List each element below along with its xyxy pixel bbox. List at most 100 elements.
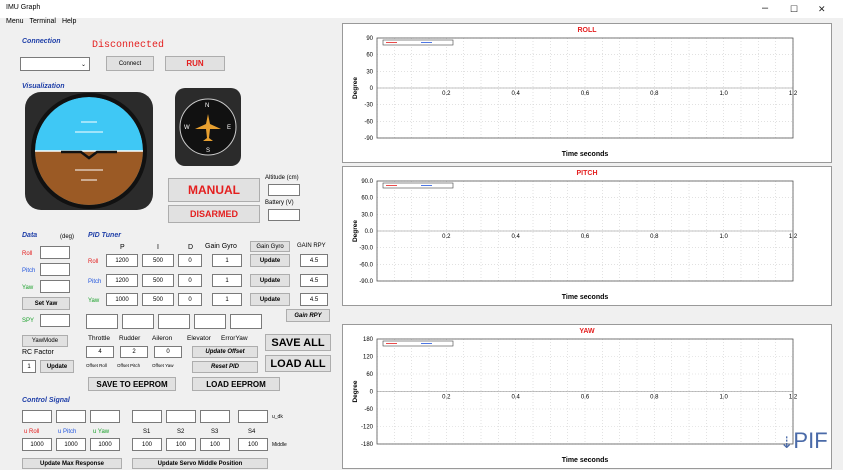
visualization-heading: Visualization — [22, 83, 65, 90]
save-eeprom-button[interactable]: SAVE TO EEPROM — [88, 377, 176, 391]
y-axis-label: Degree — [352, 380, 359, 402]
mode-indicator: MANUAL — [168, 178, 260, 202]
menu-item-terminal[interactable]: Terminal — [30, 18, 56, 25]
pitch-i-input[interactable]: 500 — [142, 274, 174, 287]
s4-input[interactable]: 100 — [238, 438, 268, 451]
update-servo-middle-button[interactable]: Update Servo Middle Position — [132, 458, 268, 469]
y-tick-label: 60 — [366, 372, 373, 378]
y-tick-label: 0 — [370, 86, 374, 92]
x-tick-label: 0.6 — [581, 234, 590, 240]
connect-button[interactable]: Connect — [106, 56, 154, 71]
label-elevator: Elevator — [187, 335, 211, 342]
watermark-logo: ⇣PIF — [780, 428, 828, 453]
rc-update-button[interactable]: Update — [40, 360, 74, 373]
pid-heading: PID Tuner — [88, 232, 121, 239]
offset-roll-label: Offset Roll — [86, 363, 107, 368]
update-offset-button[interactable]: Update Offset — [192, 346, 258, 358]
u-roll-input[interactable]: 1000 — [22, 438, 52, 451]
s2-input[interactable]: 100 — [166, 438, 196, 451]
offset-erroryaw-input[interactable] — [230, 314, 262, 329]
pid-row-roll-label: Roll — [88, 259, 99, 265]
reset-pid-button[interactable]: Reset PID — [192, 361, 258, 373]
u-pitch-label: u Pitch — [58, 429, 77, 435]
s4-label: S4 — [248, 429, 256, 435]
update-max-response-button[interactable]: Update Max Response — [22, 458, 122, 469]
offset-aileron-input[interactable] — [158, 314, 190, 329]
y-tick-label: 90 — [366, 36, 373, 42]
s4-field — [238, 410, 268, 423]
minimize-icon[interactable]: – — [762, 2, 768, 14]
gain-gyro-button[interactable]: Gain Gyro — [250, 241, 290, 252]
roll-value — [40, 246, 70, 259]
label-throttle: Throttle — [88, 335, 111, 342]
x-tick-label: 0.6 — [581, 395, 590, 401]
offset-roll-input[interactable]: 4 — [86, 346, 114, 358]
rc-factor-input[interactable]: 1 — [22, 360, 36, 373]
heading-mark-e: E — [227, 125, 231, 131]
offset-rudder-input[interactable] — [122, 314, 154, 329]
x-tick-label: 0.4 — [511, 91, 520, 97]
y-tick-label: 90.0 — [361, 179, 373, 185]
roll-p-input[interactable]: 1200 — [106, 254, 138, 267]
load-eeprom-button[interactable]: LOAD EEPROM — [192, 377, 280, 391]
offset-yaw-input[interactable]: 0 — [154, 346, 182, 358]
u-pitch-field — [56, 410, 86, 423]
u-roll-label: u Roll — [24, 429, 40, 435]
menu-bar: Menu Terminal Help — [0, 18, 340, 30]
load-all-button[interactable]: LOAD ALL — [265, 355, 331, 372]
connection-status: Disconnected — [92, 40, 165, 51]
save-all-button[interactable]: SAVE ALL — [265, 334, 331, 351]
run-button[interactable]: RUN — [165, 56, 225, 71]
roll-rpy-input[interactable]: 4.5 — [300, 254, 328, 267]
yaw-value — [40, 280, 70, 293]
x-tick-label: 0.8 — [650, 91, 659, 97]
pitch-rpy-input[interactable]: 4.5 — [300, 274, 328, 287]
x-tick-label: 0.8 — [650, 395, 659, 401]
y-tick-label: 180 — [363, 337, 374, 343]
s3-input[interactable]: 100 — [200, 438, 230, 451]
download-icon: ⇣ — [780, 435, 794, 452]
graph-plot: 90.0 60.0 30.0 0.0 -30.0 -60.0 -90.0 0.2 0.4 0.6 0… — [352, 179, 798, 301]
roll-label: Roll — [22, 251, 33, 257]
pitch-p-input[interactable]: 1200 — [106, 274, 138, 287]
u-roll-field — [22, 410, 52, 423]
control-heading: Control Signal — [22, 397, 70, 404]
graph-plot: 9060300-30-60-900.2 0.4 0.6 0.8 1.0 1.2Degree… — [352, 36, 798, 158]
yaw-p-input[interactable]: 1000 — [106, 293, 138, 306]
yaw-d-input[interactable]: 0 — [178, 293, 202, 306]
heading-mark-w: W — [184, 125, 190, 131]
gain-rpy-button[interactable]: Gain RPY — [286, 309, 330, 322]
yaw-mode-button[interactable]: YawMode — [22, 335, 68, 347]
offset-throttle-input[interactable] — [86, 314, 118, 329]
u-pitch-input[interactable]: 1000 — [56, 438, 86, 451]
offset-elevator-input[interactable] — [194, 314, 226, 329]
yaw-update-button[interactable]: Update — [250, 293, 290, 306]
roll-i-input[interactable]: 500 — [142, 254, 174, 267]
yaw-gain-input[interactable]: 1 — [212, 293, 242, 306]
s1-field — [132, 410, 162, 423]
title-bar: IMU Graph – ☐ ✕ — [0, 0, 843, 18]
pid-row-pitch-label: Pitch — [88, 279, 102, 285]
pitch-update-button[interactable]: Update — [250, 274, 290, 287]
port-select[interactable]: ⌄ — [20, 57, 90, 71]
maximize-icon[interactable]: ☐ — [790, 4, 798, 15]
roll-d-input[interactable]: 0 — [178, 254, 202, 267]
arm-indicator: DISARMED — [168, 205, 260, 223]
close-icon[interactable]: ✕ — [818, 4, 826, 15]
set-yaw-button[interactable]: Set Yaw — [22, 297, 70, 310]
x-tick-label: 0.8 — [650, 234, 659, 240]
menu-item-help[interactable]: Help — [62, 18, 76, 25]
yaw-rpy-input[interactable]: 4.5 — [300, 293, 328, 306]
s1-input[interactable]: 100 — [132, 438, 162, 451]
roll-gain-input[interactable]: 1 — [212, 254, 242, 267]
pitch-gain-input[interactable]: 1 — [212, 274, 242, 287]
s3-label: S3 — [211, 429, 219, 435]
roll-update-button[interactable]: Update — [250, 254, 290, 267]
offset-pitch-input[interactable]: 2 — [120, 346, 148, 358]
menu-item-menu[interactable]: Menu — [6, 18, 24, 25]
pitch-d-input[interactable]: 0 — [178, 274, 202, 287]
yaw-i-input[interactable]: 500 — [142, 293, 174, 306]
heading-mark-n: N — [205, 103, 209, 109]
col-d: D — [188, 244, 194, 251]
u-yaw-input[interactable]: 1000 — [90, 438, 120, 451]
